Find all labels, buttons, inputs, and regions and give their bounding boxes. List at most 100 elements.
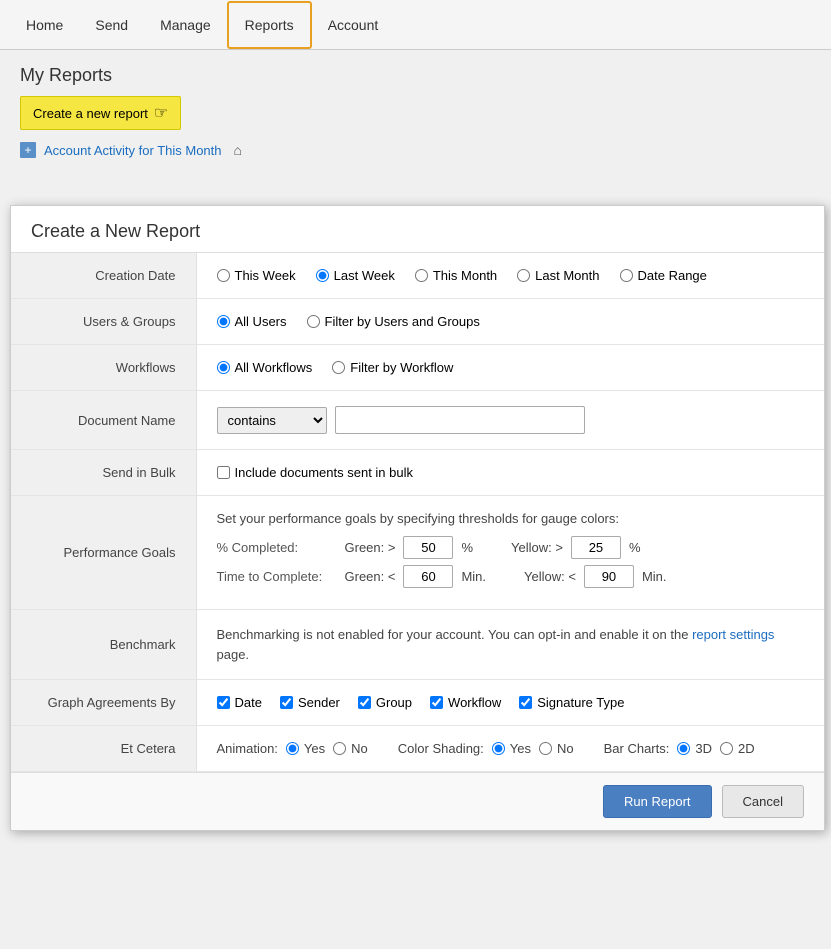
last-month-radio[interactable] bbox=[517, 269, 530, 282]
send-in-bulk-row: Send in Bulk Include documents sent in b… bbox=[11, 450, 824, 496]
document-name-content: contains starts with ends with equals bbox=[196, 391, 824, 450]
perf-time-yellow-input[interactable] bbox=[584, 565, 634, 588]
document-name-select[interactable]: contains starts with ends with equals bbox=[217, 407, 327, 434]
benchmark-text-before: Benchmarking is not enabled for your acc… bbox=[217, 627, 693, 642]
form-table: Creation Date This Week Last Week bbox=[11, 253, 824, 772]
report-link-label[interactable]: Account Activity for This Month bbox=[44, 143, 222, 158]
workflows-options: All Workflows Filter by Workflow bbox=[217, 360, 805, 375]
send-in-bulk-checkbox[interactable] bbox=[217, 466, 230, 479]
send-in-bulk-checkbox-label: Include documents sent in bulk bbox=[235, 465, 414, 480]
performance-goals-label: Performance Goals bbox=[11, 496, 196, 610]
this-week-radio[interactable] bbox=[217, 269, 230, 282]
this-month-label: This Month bbox=[433, 268, 497, 283]
perf-desc: Set your performance goals by specifying… bbox=[217, 511, 805, 526]
plus-icon: + bbox=[20, 142, 36, 158]
animation-yes-option[interactable]: Yes bbox=[286, 741, 325, 756]
nav-account[interactable]: Account bbox=[312, 3, 395, 47]
animation-no-radio[interactable] bbox=[333, 742, 346, 755]
date-range-radio[interactable] bbox=[620, 269, 633, 282]
report-link-row: + Account Activity for This Month ⌂ bbox=[20, 142, 811, 158]
color-shading-no-label: No bbox=[557, 741, 574, 756]
all-workflows-label: All Workflows bbox=[235, 360, 313, 375]
perf-completed-green-input[interactable] bbox=[403, 536, 453, 559]
last-week-option[interactable]: Last Week bbox=[316, 268, 395, 283]
filter-workflow-label: Filter by Workflow bbox=[350, 360, 453, 375]
create-btn-label: Create a new report bbox=[33, 106, 148, 121]
all-workflows-option[interactable]: All Workflows bbox=[217, 360, 313, 375]
filter-workflow-radio[interactable] bbox=[332, 361, 345, 374]
filter-workflow-option[interactable]: Filter by Workflow bbox=[332, 360, 453, 375]
page-content: My Reports Create a new report ☞ + Accou… bbox=[0, 50, 831, 173]
nav-manage[interactable]: Manage bbox=[144, 3, 227, 47]
creation-date-row: Creation Date This Week Last Week bbox=[11, 253, 824, 299]
this-week-option[interactable]: This Week bbox=[217, 268, 296, 283]
et-cetera-content: Animation: Yes No Color Shading: bbox=[196, 726, 824, 772]
graph-signature-type-option[interactable]: Signature Type bbox=[519, 695, 624, 710]
graph-date-checkbox[interactable] bbox=[217, 696, 230, 709]
graph-workflow-checkbox[interactable] bbox=[430, 696, 443, 709]
all-workflows-radio[interactable] bbox=[217, 361, 230, 374]
last-week-label: Last Week bbox=[334, 268, 395, 283]
date-range-option[interactable]: Date Range bbox=[620, 268, 707, 283]
page-title: My Reports bbox=[20, 65, 811, 86]
graph-agreements-row: Graph Agreements By Date Sender bbox=[11, 680, 824, 726]
this-week-label: This Week bbox=[235, 268, 296, 283]
all-users-radio[interactable] bbox=[217, 315, 230, 328]
bar-charts-group: Bar Charts: 3D 2D bbox=[604, 741, 755, 756]
performance-goals-row: Performance Goals Set your performance g… bbox=[11, 496, 824, 610]
modal-footer: Run Report Cancel bbox=[11, 772, 824, 830]
bar-charts-3d-label: 3D bbox=[695, 741, 712, 756]
document-name-label: Document Name bbox=[11, 391, 196, 450]
perf-yellow-gt-label: Yellow: > bbox=[511, 540, 563, 555]
graph-sender-checkbox[interactable] bbox=[280, 696, 293, 709]
this-month-radio[interactable] bbox=[415, 269, 428, 282]
creation-date-content: This Week Last Week This Month Last bbox=[196, 253, 824, 299]
perf-completed-yellow-input[interactable] bbox=[571, 536, 621, 559]
benchmark-label: Benchmark bbox=[11, 610, 196, 680]
run-report-button[interactable]: Run Report bbox=[603, 785, 711, 818]
graph-agreements-content: Date Sender Group Workflow bbox=[196, 680, 824, 726]
perf-time-green-input[interactable] bbox=[403, 565, 453, 588]
color-shading-group: Color Shading: Yes No bbox=[398, 741, 574, 756]
color-shading-yes-radio[interactable] bbox=[492, 742, 505, 755]
color-shading-no-radio[interactable] bbox=[539, 742, 552, 755]
filter-users-label: Filter by Users and Groups bbox=[325, 314, 480, 329]
animation-no-option[interactable]: No bbox=[333, 741, 368, 756]
bar-charts-3d-radio[interactable] bbox=[677, 742, 690, 755]
graph-sender-option[interactable]: Sender bbox=[280, 695, 340, 710]
filter-users-groups-option[interactable]: Filter by Users and Groups bbox=[307, 314, 480, 329]
graph-group-checkbox[interactable] bbox=[358, 696, 371, 709]
graph-signature-type-label: Signature Type bbox=[537, 695, 624, 710]
bar-charts-2d-option[interactable]: 2D bbox=[720, 741, 755, 756]
report-settings-link[interactable]: report settings bbox=[692, 627, 774, 642]
bar-charts-2d-radio[interactable] bbox=[720, 742, 733, 755]
color-shading-no-option[interactable]: No bbox=[539, 741, 574, 756]
workflows-row: Workflows All Workflows Filter by Workfl… bbox=[11, 345, 824, 391]
animation-no-label: No bbox=[351, 741, 368, 756]
graph-group-option[interactable]: Group bbox=[358, 695, 412, 710]
document-name-input[interactable] bbox=[335, 406, 585, 434]
perf-min-unit-2: Min. bbox=[642, 569, 667, 584]
nav-home[interactable]: Home bbox=[10, 3, 79, 47]
filter-users-radio[interactable] bbox=[307, 315, 320, 328]
perf-min-unit-1: Min. bbox=[461, 569, 486, 584]
last-month-option[interactable]: Last Month bbox=[517, 268, 599, 283]
cancel-button[interactable]: Cancel bbox=[722, 785, 804, 818]
this-month-option[interactable]: This Month bbox=[415, 268, 497, 283]
last-week-radio[interactable] bbox=[316, 269, 329, 282]
all-users-option[interactable]: All Users bbox=[217, 314, 287, 329]
graph-date-option[interactable]: Date bbox=[217, 695, 262, 710]
send-in-bulk-option[interactable]: Include documents sent in bulk bbox=[217, 465, 805, 480]
create-new-report-button[interactable]: Create a new report ☞ bbox=[20, 96, 181, 130]
bar-charts-3d-option[interactable]: 3D bbox=[677, 741, 712, 756]
color-shading-yes-option[interactable]: Yes bbox=[492, 741, 531, 756]
workflows-label: Workflows bbox=[11, 345, 196, 391]
benchmark-content: Benchmarking is not enabled for your acc… bbox=[196, 610, 824, 680]
perf-completed-label: % Completed: bbox=[217, 540, 337, 555]
nav-send[interactable]: Send bbox=[79, 3, 144, 47]
graph-workflow-option[interactable]: Workflow bbox=[430, 695, 501, 710]
nav-reports[interactable]: Reports bbox=[227, 1, 312, 49]
animation-yes-radio[interactable] bbox=[286, 742, 299, 755]
graph-signature-type-checkbox[interactable] bbox=[519, 696, 532, 709]
perf-green-gt-label: Green: > bbox=[345, 540, 396, 555]
